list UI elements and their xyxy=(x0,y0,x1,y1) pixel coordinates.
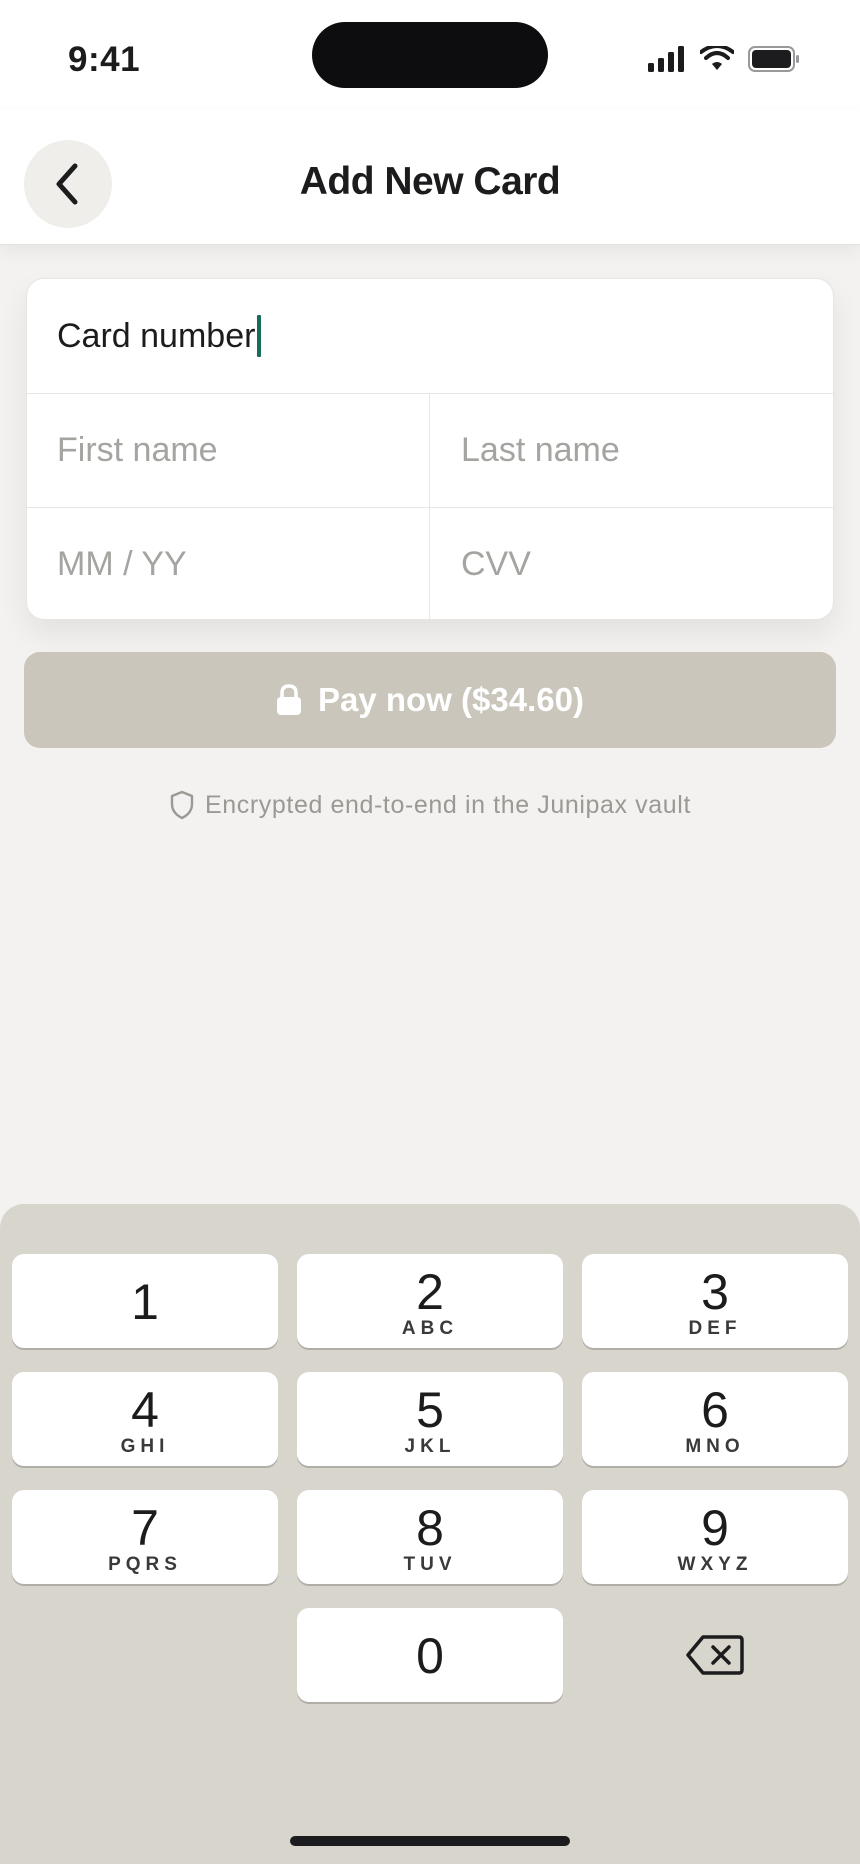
key-digit: 4 xyxy=(131,1382,159,1438)
key-3[interactable]: 3 DEF xyxy=(582,1254,848,1348)
key-digit: 2 xyxy=(416,1264,444,1320)
pay-now-button[interactable]: Pay now ($34.60) xyxy=(24,652,836,748)
name-row: First name Last name xyxy=(27,393,833,507)
cellular-signal-icon xyxy=(648,46,684,72)
card-number-row: Card number xyxy=(27,279,833,393)
key-digit: 5 xyxy=(416,1382,444,1438)
key-6[interactable]: 6 MNO xyxy=(582,1372,848,1466)
key-digit: 7 xyxy=(131,1500,159,1556)
key-digit: 0 xyxy=(416,1628,444,1684)
key-letters: DEF xyxy=(688,1318,742,1339)
security-note: Encrypted end-to-end in the Junipax vaul… xyxy=(0,790,860,820)
first-name-field[interactable]: First name xyxy=(27,394,429,507)
key-letters: MNO xyxy=(685,1436,745,1457)
cvv-placeholder: CVV xyxy=(461,545,531,583)
status-icons xyxy=(648,44,800,74)
key-digit: 1 xyxy=(131,1274,159,1330)
delete-key[interactable] xyxy=(582,1608,848,1702)
key-digit: 8 xyxy=(416,1500,444,1556)
status-bar: 9:41 xyxy=(0,0,860,110)
home-indicator xyxy=(290,1836,570,1846)
expiry-cvv-row: MM / YY CVV xyxy=(27,507,833,619)
security-note-text: Encrypted end-to-end in the Junipax vaul… xyxy=(204,790,691,819)
key-0[interactable]: 0 xyxy=(297,1608,563,1702)
key-letters: TUV xyxy=(403,1554,457,1575)
dynamic-island xyxy=(312,22,548,88)
shield-icon xyxy=(170,790,194,820)
key-2[interactable]: 2 ABC xyxy=(297,1254,563,1348)
key-letters: GHI xyxy=(120,1436,170,1457)
first-name-placeholder: First name xyxy=(57,431,218,469)
key-digit: 3 xyxy=(701,1264,729,1320)
key-letters: PQRS xyxy=(108,1554,182,1575)
key-7[interactable]: 7 PQRS xyxy=(12,1490,278,1584)
card-number-field[interactable]: Card number xyxy=(27,279,833,393)
key-letters: ABC xyxy=(401,1318,459,1339)
expiry-placeholder: MM / YY xyxy=(57,545,187,583)
page-title: Add New Card xyxy=(299,160,561,203)
key-digit: 9 xyxy=(701,1500,729,1556)
key-letters: WXYZ xyxy=(677,1554,753,1575)
last-name-field[interactable]: Last name xyxy=(429,394,833,507)
cvv-field[interactable]: CVV xyxy=(429,508,833,619)
key-4[interactable]: 4 GHI xyxy=(12,1372,278,1466)
key-8[interactable]: 8 TUV xyxy=(297,1490,563,1584)
key-digit: 6 xyxy=(701,1382,729,1438)
wifi-icon xyxy=(700,46,734,70)
key-9[interactable]: 9 WXYZ xyxy=(582,1490,848,1584)
status-time: 9:41 xyxy=(68,40,141,79)
text-caret xyxy=(257,315,262,357)
navigation-header: Add New Card xyxy=(0,110,860,245)
card-number-text: Card number xyxy=(57,316,256,355)
card-form: Card number First name Last name MM / YY… xyxy=(26,278,834,620)
key-1[interactable]: 1 xyxy=(12,1254,278,1348)
last-name-placeholder: Last name xyxy=(461,431,620,469)
backspace-icon xyxy=(686,1635,744,1675)
expiry-field[interactable]: MM / YY xyxy=(27,508,429,619)
battery-icon xyxy=(748,46,799,72)
key-5[interactable]: 5 JKL xyxy=(297,1372,563,1466)
lock-icon xyxy=(277,684,302,715)
key-letters: JKL xyxy=(404,1436,456,1457)
pay-now-label: Pay now ($34.60) xyxy=(318,681,584,718)
